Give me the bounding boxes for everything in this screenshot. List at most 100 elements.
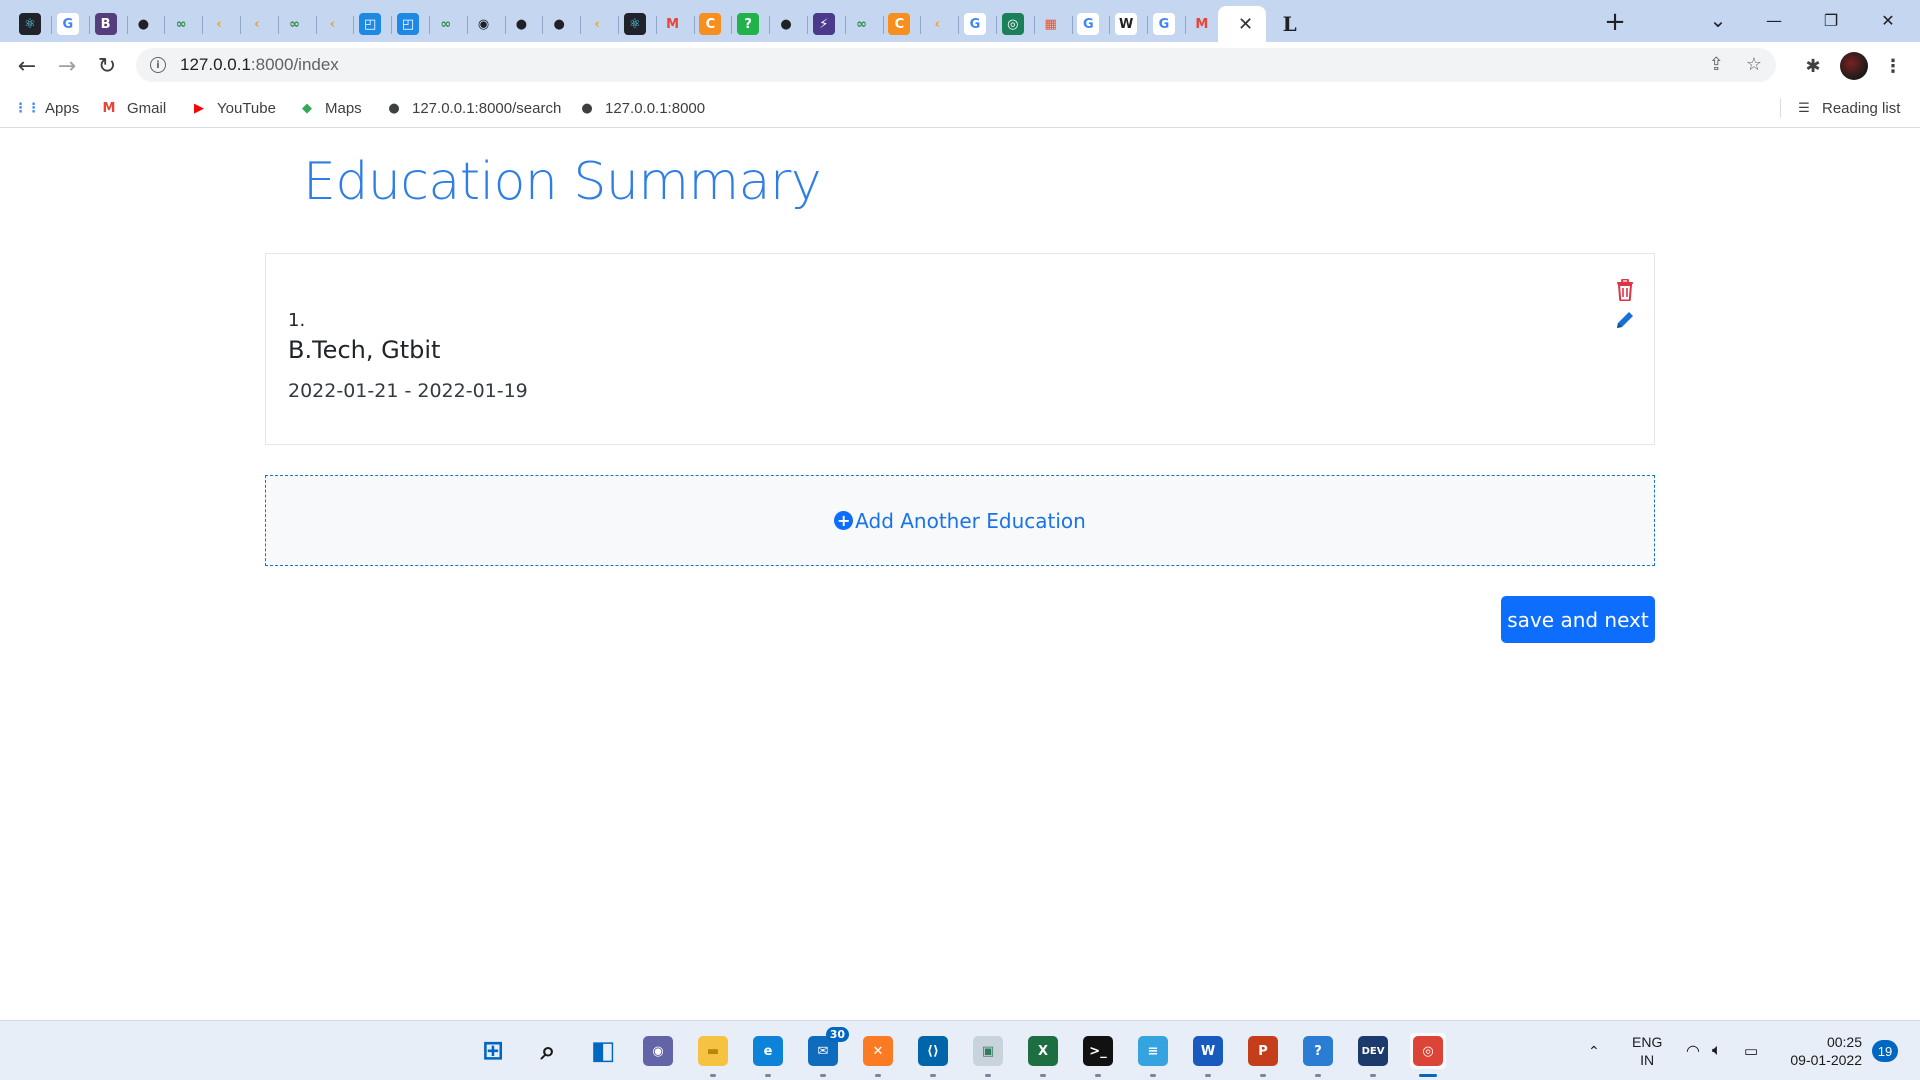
taskbar-app-button[interactable]: ≡	[1135, 1033, 1171, 1077]
running-indicator	[765, 1074, 771, 1077]
taskbar-app-button[interactable]: DEV	[1355, 1033, 1391, 1077]
taskbar-app-button[interactable]: >_	[1080, 1033, 1116, 1077]
taskbar-app-button[interactable]: ⌕	[530, 1033, 566, 1069]
new-tab-button[interactable]: +	[1597, 6, 1633, 38]
wifi-icon[interactable]: ◠	[1686, 1021, 1700, 1080]
bookmark-item[interactable]: ● 127.0.0.1:8000/search	[385, 96, 561, 120]
maps-icon: ◆	[302, 100, 312, 116]
globe-icon: ●	[775, 13, 797, 35]
chrome-menu-icon[interactable]: ⋮	[1880, 53, 1906, 79]
minimize-button[interactable]: —	[1746, 0, 1802, 40]
running-indicator	[1095, 1074, 1101, 1077]
terminal-icon: >_	[1083, 1036, 1113, 1066]
education-card: 1. B.Tech, Gtbit 2022-01-21 - 2022-01-19	[265, 253, 1655, 445]
share-icon[interactable]: ⇪	[1709, 54, 1724, 75]
file-explorer-icon: ▬	[698, 1036, 728, 1066]
plus-circle-icon: +	[834, 511, 854, 530]
delete-icon[interactable]	[1613, 278, 1637, 302]
bootstrap-icon: B	[94, 13, 117, 35]
taskbar-app-button[interactable]: ▣	[970, 1033, 1006, 1077]
taskbar-app-button[interactable]: ?	[1300, 1033, 1336, 1077]
youtube-icon: ▶	[194, 100, 204, 116]
taskbar-app-button[interactable]: ⊞	[475, 1033, 511, 1069]
letter-l-icon: L	[1282, 12, 1297, 36]
bookmark-item[interactable]: ● 127.0.0.1:8000	[578, 96, 705, 120]
active-browser-tab[interactable]: ✕	[1217, 6, 1266, 42]
gmail-icon: M	[102, 100, 116, 116]
bookmark-item[interactable]: ⋮⋮ Apps	[14, 96, 80, 120]
running-indicator	[1150, 1074, 1156, 1077]
gmail-icon: M	[1190, 13, 1213, 35]
reading-list-button[interactable]: ☰ Reading list	[1795, 96, 1900, 120]
add-education-label: Add Another Education	[855, 508, 1086, 533]
google-icon: G	[1153, 13, 1175, 35]
notification-count-badge[interactable]: 19	[1872, 1040, 1898, 1062]
forward-arrow-icon[interactable]: →	[50, 49, 84, 83]
bookmark-label: Maps	[325, 99, 362, 117]
restore-button[interactable]: ❐	[1803, 0, 1859, 40]
bolt-icon: ⚡	[812, 13, 835, 35]
site-info-icon[interactable]: i	[150, 57, 166, 73]
start-icon: ⊞	[478, 1036, 508, 1066]
reload-icon[interactable]: ↻	[90, 49, 124, 83]
taskbar-app-button[interactable]: W	[1190, 1033, 1226, 1077]
word-icon: W	[1193, 1036, 1223, 1066]
taskbar-app-button[interactable]: e	[750, 1033, 786, 1077]
window-close-button[interactable]: ✕	[1860, 0, 1916, 40]
bookmark-item[interactable]: ▶ YouTube	[190, 96, 276, 120]
bookmarks-bar: ☰ Reading list ⋮⋮ Apps M Gmail ▶ YouTube ◆ Maps…	[0, 88, 1920, 128]
taskbar-app-button[interactable]: ✉ 30	[805, 1027, 849, 1077]
bookmark-label: YouTube	[217, 99, 276, 117]
notepad-icon: ≡	[1138, 1036, 1168, 1066]
address-bar[interactable]: i 127.0.0.1:8000/index ⇪ ☆	[136, 48, 1776, 82]
system-clock[interactable]: 00:25 09-01-2022	[1784, 1033, 1862, 1069]
question-green-icon: ?	[737, 13, 760, 35]
extensions-puzzle-icon[interactable]: ✱	[1800, 53, 1826, 79]
taskbar-app-button[interactable]: ✕	[860, 1033, 896, 1077]
edit-pencil-icon[interactable]	[1613, 308, 1637, 332]
reading-list-icon: ☰	[1798, 100, 1810, 116]
taskbar-app-button[interactable]: ▬	[695, 1033, 731, 1077]
running-indicator	[1315, 1074, 1321, 1077]
taskbar-app-button[interactable]: ◎	[1410, 1033, 1446, 1077]
globe-icon: ●	[388, 100, 400, 116]
taskbar-app-button[interactable]: ⟨⟩	[915, 1033, 951, 1077]
codechef-icon: C	[699, 13, 722, 35]
bookmark-item[interactable]: M Gmail	[100, 96, 167, 120]
tab-close-icon[interactable]: ✕	[1238, 14, 1253, 35]
show-hidden-icons-chevron-icon[interactable]: ⌃	[1588, 1021, 1600, 1080]
address-url[interactable]: 127.0.0.1:8000/index	[180, 55, 339, 75]
volume-icon[interactable]: 🔈︎	[1712, 1021, 1722, 1080]
bookmark-label: Apps	[45, 99, 80, 117]
profile-avatar[interactable]	[1840, 52, 1868, 80]
taskbar-app-button[interactable]: P	[1245, 1033, 1281, 1077]
bookmark-label: 127.0.0.1:8000/search	[412, 99, 562, 117]
taskbar-app-button[interactable]: ◧	[585, 1033, 621, 1069]
vscode-doc-icon: ◰	[359, 13, 382, 35]
bookmark-star-icon[interactable]: ☆	[1746, 54, 1762, 75]
tab-search-dropdown-icon[interactable]: ⌄	[1690, 0, 1746, 40]
codepen-icon: ‹	[208, 13, 230, 35]
language-indicator[interactable]: ENG IN	[1632, 1033, 1662, 1069]
add-education-button[interactable]: + Add Another Education	[265, 475, 1655, 566]
taskbar-app-button[interactable]: ◉	[640, 1033, 676, 1069]
wikipedia-icon: W	[1115, 13, 1138, 35]
react-icon: ⚛	[19, 13, 41, 35]
geeksforgeeks-icon: ∞	[283, 13, 306, 35]
running-indicator	[930, 1074, 936, 1077]
unread-count-badge: 30	[825, 1027, 849, 1042]
codechef-icon: C	[888, 13, 911, 35]
browser-tab[interactable]: L	[1268, 6, 1312, 42]
save-and-next-button[interactable]: save and next	[1501, 596, 1655, 643]
battery-icon[interactable]: ▭	[1744, 1021, 1758, 1080]
education-number: 1.	[288, 310, 306, 331]
running-indicator	[1260, 1074, 1266, 1077]
bookmark-item[interactable]: ◆ Maps	[298, 96, 362, 120]
taskbar-app-button[interactable]: X	[1025, 1033, 1061, 1077]
globe-icon: ●	[510, 13, 533, 35]
windows-taskbar: ⌃ ENG IN ◠ 🔈︎ ▭ 00:25 09-01-2022 19 ⊞ ⌕ ◧ ◉…	[0, 1020, 1920, 1080]
page-title: Education Summary	[303, 152, 822, 212]
back-arrow-icon[interactable]: ←	[10, 49, 44, 83]
edge-icon: e	[753, 1036, 783, 1066]
teams-chat-icon: ◉	[643, 1036, 673, 1066]
